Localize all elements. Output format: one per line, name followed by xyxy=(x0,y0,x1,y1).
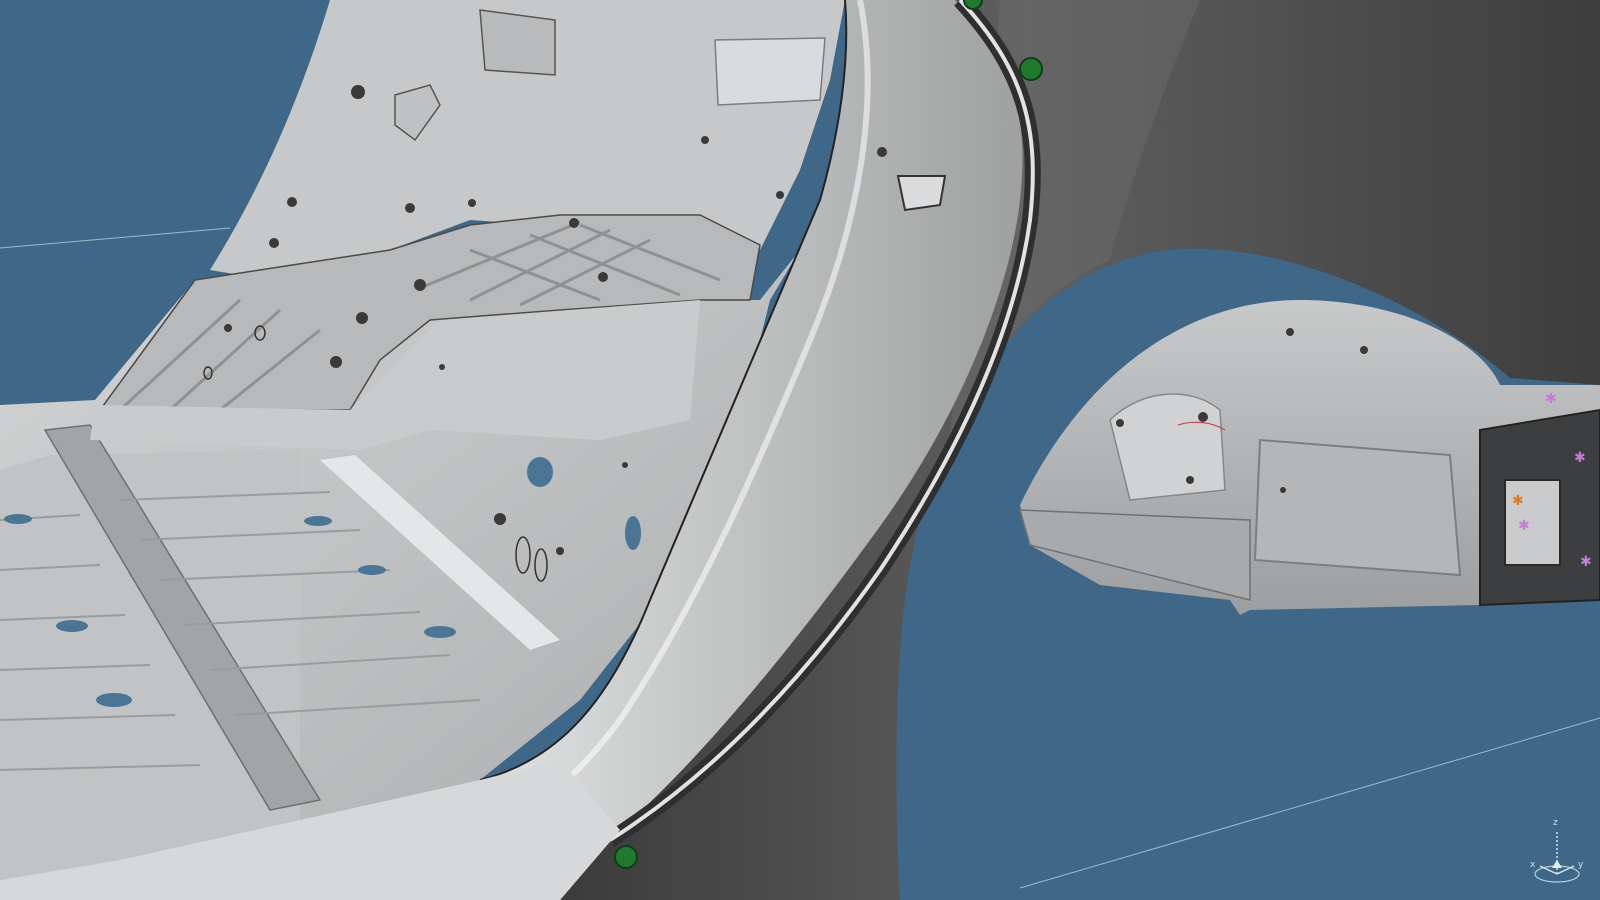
car-body-3d-model[interactable]: ✱ ✱ ✱ ✱ ✱ xyxy=(0,0,1600,900)
svg-text:✱: ✱ xyxy=(1518,518,1530,534)
pillar-latch xyxy=(896,175,947,212)
locator-pin-top xyxy=(963,0,983,10)
axis-label-z: z xyxy=(1553,818,1558,828)
compass-widget[interactable]: z x y xyxy=(1522,818,1592,892)
ground-grid-line xyxy=(0,227,231,249)
svg-text:✱: ✱ xyxy=(1512,493,1524,509)
compass-axis-icon[interactable] xyxy=(1522,822,1592,892)
svg-text:✱: ✱ xyxy=(1580,554,1592,570)
axis-label-x: x xyxy=(1530,860,1536,870)
axis-label-y: y xyxy=(1578,860,1584,870)
locator-pin-lower xyxy=(614,845,638,869)
locator-pin-upper xyxy=(1019,57,1043,81)
hinge-bracket xyxy=(479,9,556,76)
wheel-well-panel xyxy=(1253,438,1462,577)
svg-text:✱: ✱ xyxy=(1574,450,1586,466)
shock-tower xyxy=(1109,393,1226,501)
3d-viewport[interactable]: ✱ ✱ ✱ ✱ ✱ z x y xyxy=(0,0,1600,900)
mounting-bracket xyxy=(714,37,826,106)
svg-text:✱: ✱ xyxy=(1545,391,1557,407)
ground-grid-line xyxy=(1019,717,1600,889)
